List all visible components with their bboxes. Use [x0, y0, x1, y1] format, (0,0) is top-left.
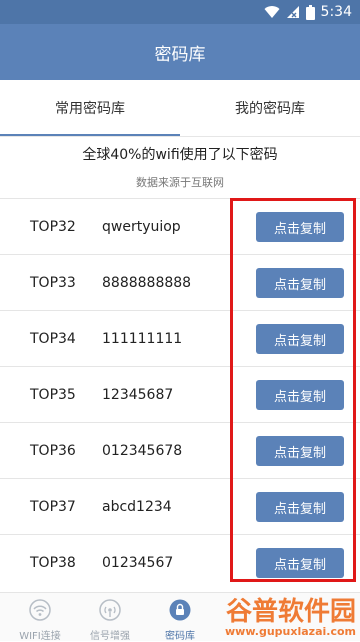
copy-button[interactable]: 点击复制 — [256, 380, 344, 410]
status-time: 5:34 — [320, 4, 352, 20]
list-item: TOP32 qwertyuiop 点击复制 — [0, 198, 360, 254]
list-item: TOP37 abcd1234 点击复制 — [0, 478, 360, 534]
nav-item-password-library[interactable]: 密码库 — [140, 593, 220, 642]
status-bar: 5:34 — [0, 0, 360, 24]
copy-button[interactable]: 点击复制 — [256, 212, 344, 242]
rank-label: TOP34 — [30, 331, 76, 347]
password-text: 01234567 — [102, 555, 174, 571]
list-item: TOP36 012345678 点击复制 — [0, 422, 360, 478]
cell-signal-icon — [286, 5, 300, 19]
list-item: TOP35 12345687 点击复制 — [0, 366, 360, 422]
lock-icon — [140, 599, 220, 625]
copy-button[interactable]: 点击复制 — [256, 268, 344, 298]
password-text: 111111111 — [102, 331, 183, 347]
list-item: TOP38 01234567 点击复制 — [0, 534, 360, 590]
password-text: 12345687 — [102, 387, 174, 403]
tab-bar: 常用密码库 我的密码库 — [0, 80, 360, 136]
rank-label: TOP32 — [30, 219, 76, 235]
wifi-status-icon — [264, 5, 280, 19]
copy-button[interactable]: 点击复制 — [256, 324, 344, 354]
rank-label: TOP38 — [30, 555, 76, 571]
battery-icon — [305, 4, 315, 20]
copy-button[interactable]: 点击复制 — [256, 548, 344, 578]
rank-label: TOP33 — [30, 275, 76, 291]
tab-my-passwords[interactable]: 我的密码库 — [180, 80, 360, 136]
page-title: 密码库 — [154, 44, 206, 65]
headline: 全球40%的wifi使用了以下密码 — [82, 147, 278, 163]
rank-label: TOP37 — [30, 499, 76, 515]
watermark-logo: 谷普软件园 www.gupuxlazai.com — [225, 598, 356, 638]
app-bar: 密码库 — [0, 24, 360, 80]
copy-button[interactable]: 点击复制 — [256, 436, 344, 466]
wifi-icon — [0, 599, 80, 625]
nav-item-signal-boost[interactable]: 信号增强 — [70, 593, 150, 642]
tab-divider — [0, 136, 360, 137]
list-item: TOP34 111111111 点击复制 — [0, 310, 360, 366]
password-text: 012345678 — [102, 443, 183, 459]
watermark-title: 谷普软件园 — [225, 597, 356, 627]
nav-item-wifi[interactable]: WIFI连接 — [0, 593, 80, 642]
password-list: TOP32 qwertyuiop 点击复制 TOP33 8888888888 点… — [0, 198, 360, 590]
tab-common-passwords[interactable]: 常用密码库 — [0, 80, 180, 136]
status-icons: 5:34 — [264, 0, 352, 24]
password-text: qwertyuiop — [102, 219, 181, 235]
copy-button[interactable]: 点击复制 — [256, 492, 344, 522]
password-text: abcd1234 — [102, 499, 172, 515]
password-text: 8888888888 — [102, 275, 192, 291]
rank-label: TOP36 — [30, 443, 76, 459]
watermark-url: www.gupuxlazai.com — [225, 625, 356, 638]
data-source-note: 数据来源于互联网 — [136, 176, 224, 189]
signal-boost-icon — [70, 599, 150, 625]
rank-label: TOP35 — [30, 387, 76, 403]
list-item: TOP33 8888888888 点击复制 — [0, 254, 360, 310]
